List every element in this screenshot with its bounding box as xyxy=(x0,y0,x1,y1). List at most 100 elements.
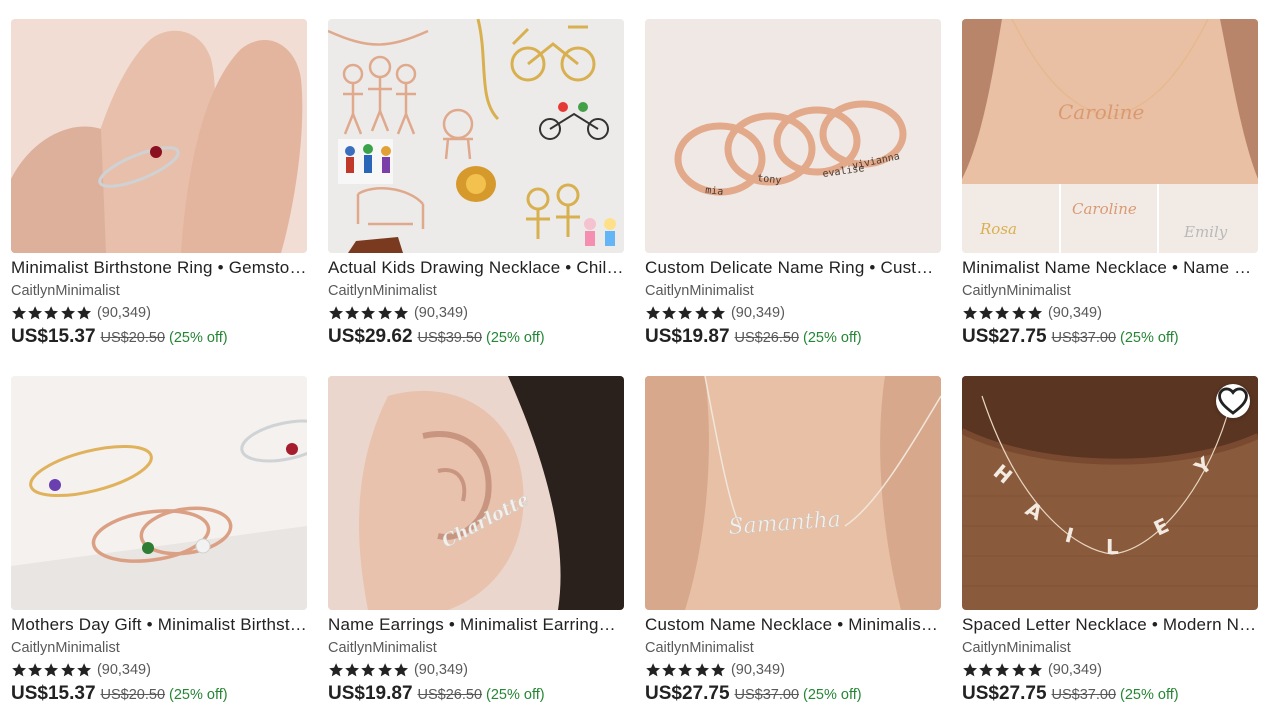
shop-name[interactable]: CaitlynMinimalist xyxy=(328,639,624,657)
listing-title[interactable]: Custom Name Necklace • Minimalist Neckla… xyxy=(645,615,941,635)
star-icon xyxy=(1011,306,1026,320)
listing-card[interactable]: Charlotte Name Earrings • Minimalist Ear… xyxy=(328,376,624,705)
star-icon xyxy=(995,306,1010,320)
listing-image[interactable] xyxy=(11,19,307,253)
rating-count: (90,349) xyxy=(96,662,151,678)
original-price: US$39.50 xyxy=(417,330,483,346)
shop-name[interactable]: CaitlynMinimalist xyxy=(11,639,307,657)
star-icon xyxy=(377,663,392,677)
price-row: US$29.62 US$39.50 (25% off) xyxy=(328,326,624,348)
star-rating xyxy=(328,305,409,321)
star-rating xyxy=(645,305,726,321)
listing-card[interactable]: Minimalist Birthstone Ring • Gemstone Ri… xyxy=(11,19,307,348)
sale-price: US$27.75 xyxy=(962,683,1047,704)
shop-name[interactable]: CaitlynMinimalist xyxy=(11,282,307,300)
star-icon xyxy=(710,306,725,320)
star-icon xyxy=(662,663,677,677)
original-price: US$20.50 xyxy=(100,687,166,703)
star-icon xyxy=(361,663,376,677)
original-price: US$26.50 xyxy=(417,687,483,703)
star-rating xyxy=(962,662,1043,678)
star-icon xyxy=(60,306,75,320)
listing-card[interactable]: Mothers Day Gift • Minimalist Birthstone… xyxy=(11,376,307,705)
rating: (90,349) xyxy=(645,304,941,322)
favorite-button[interactable] xyxy=(1216,384,1250,418)
shop-name[interactable]: CaitlynMinimalist xyxy=(962,639,1258,657)
rating: (90,349) xyxy=(11,304,307,322)
star-icon xyxy=(979,663,994,677)
listing-card[interactable]: Caroline Rosa Caroline Emily Minimalist … xyxy=(962,19,1258,348)
discount-label: (25% off) xyxy=(169,687,228,703)
shop-name[interactable]: CaitlynMinimalist xyxy=(645,282,941,300)
shop-name[interactable]: CaitlynMinimalist xyxy=(645,639,941,657)
listing-title[interactable]: Minimalist Birthstone Ring • Gemstone Ri… xyxy=(11,258,307,278)
star-icon xyxy=(662,306,677,320)
star-icon xyxy=(646,663,661,677)
listing-title[interactable]: Spaced Letter Necklace • Modern Name Nec… xyxy=(962,615,1258,635)
listing-image[interactable]: Caroline Rosa Caroline Emily xyxy=(962,19,1258,253)
ring-engraving: mia xyxy=(705,185,724,198)
star-icon xyxy=(345,306,360,320)
star-icon xyxy=(963,663,978,677)
listing-card[interactable]: H A I L E Y Spaced Letter Necklace • Mod… xyxy=(962,376,1258,705)
listing-image[interactable]: mia tony evalise vivianna xyxy=(645,19,941,253)
star-icon xyxy=(12,306,27,320)
star-icon xyxy=(694,306,709,320)
original-price: US$37.00 xyxy=(1051,330,1117,346)
price-row: US$27.75 US$37.00 (25% off) xyxy=(645,683,941,705)
rating-count: (90,349) xyxy=(1047,305,1102,321)
star-icon xyxy=(76,306,91,320)
listing-title[interactable]: Minimalist Name Necklace • Name Necklace… xyxy=(962,258,1258,278)
discount-label: (25% off) xyxy=(169,330,228,346)
rating-count: (90,349) xyxy=(1047,662,1102,678)
listing-image[interactable] xyxy=(328,19,624,253)
star-icon xyxy=(1011,663,1026,677)
listing-title[interactable]: Name Earrings • Minimalist Earrings • Cu… xyxy=(328,615,624,635)
price-row: US$27.75 US$37.00 (25% off) xyxy=(962,683,1258,705)
listing-image[interactable] xyxy=(11,376,307,610)
listing-title[interactable]: Mothers Day Gift • Minimalist Birthstone… xyxy=(11,615,307,635)
star-icon xyxy=(12,663,27,677)
star-icon xyxy=(28,663,43,677)
original-price: US$37.00 xyxy=(1051,687,1117,703)
star-icon xyxy=(678,306,693,320)
rating: (90,349) xyxy=(645,661,941,679)
star-icon xyxy=(1027,306,1042,320)
sale-price: US$19.87 xyxy=(328,683,413,704)
listing-card[interactable]: Samantha Custom Name Necklace • Minimali… xyxy=(645,376,941,705)
listing-card[interactable]: Actual Kids Drawing Necklace • Children … xyxy=(328,19,624,348)
star-icon xyxy=(377,306,392,320)
sale-price: US$15.37 xyxy=(11,326,96,347)
discount-label: (25% off) xyxy=(803,330,862,346)
listing-image[interactable]: Samantha xyxy=(645,376,941,610)
discount-label: (25% off) xyxy=(486,330,545,346)
star-icon xyxy=(393,663,408,677)
necklace-name: Caroline xyxy=(1072,200,1137,218)
listing-title[interactable]: Custom Delicate Name Ring • Custom Stack… xyxy=(645,258,941,278)
star-icon xyxy=(76,663,91,677)
rating: (90,349) xyxy=(328,661,624,679)
star-rating xyxy=(328,662,409,678)
star-rating xyxy=(11,305,92,321)
star-icon xyxy=(28,306,43,320)
star-icon xyxy=(710,663,725,677)
star-icon xyxy=(361,306,376,320)
price-row: US$19.87 US$26.50 (25% off) xyxy=(328,683,624,705)
shop-name[interactable]: CaitlynMinimalist xyxy=(962,282,1258,300)
star-icon xyxy=(646,306,661,320)
necklace-name: Rosa xyxy=(979,220,1017,238)
rating-count: (90,349) xyxy=(730,305,785,321)
letter-charm: L xyxy=(1106,535,1119,559)
shop-name[interactable]: CaitlynMinimalist xyxy=(328,282,624,300)
listing-card[interactable]: mia tony evalise vivianna Custom Delicat… xyxy=(645,19,941,348)
star-rating xyxy=(962,305,1043,321)
listing-title[interactable]: Actual Kids Drawing Necklace • Children … xyxy=(328,258,624,278)
listing-image[interactable]: H A I L E Y xyxy=(962,376,1258,610)
sale-price: US$29.62 xyxy=(328,326,413,347)
listing-image[interactable]: Charlotte xyxy=(328,376,624,610)
sale-price: US$15.37 xyxy=(11,683,96,704)
original-price: US$37.00 xyxy=(734,687,800,703)
price-row: US$15.37 US$20.50 (25% off) xyxy=(11,326,307,348)
rating-count: (90,349) xyxy=(413,305,468,321)
rating: (90,349) xyxy=(11,661,307,679)
